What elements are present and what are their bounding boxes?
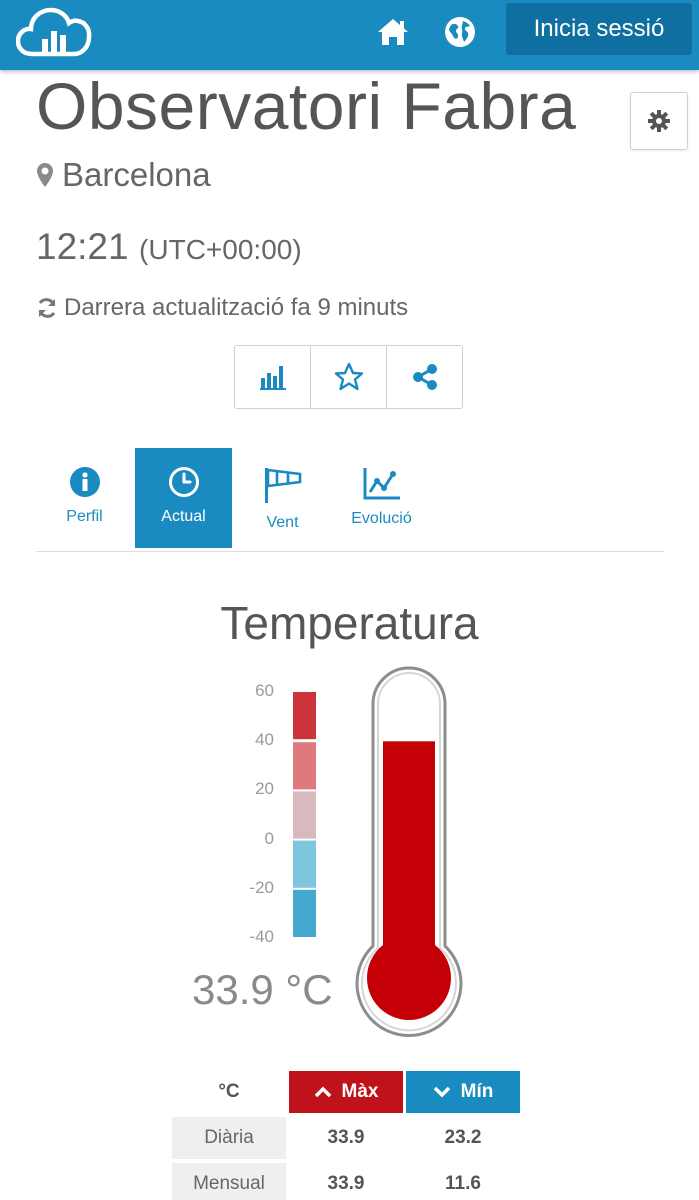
scale-tick-label: -20 <box>249 877 274 897</box>
scale-band <box>293 742 316 790</box>
chevron-up-icon <box>314 1086 331 1098</box>
top-navbar: Inicia sessió <box>0 0 699 70</box>
local-time: 12:21 (UTC+00:00) <box>36 226 302 268</box>
last-update-row: Darrera actualització fa 9 minuts <box>36 294 408 322</box>
thermometer-outline <box>355 666 463 1038</box>
last-update-text: Darrera actualització fa 9 minuts <box>64 294 409 321</box>
share-button[interactable] <box>386 345 463 409</box>
row-label-daily: Diària <box>172 1117 286 1159</box>
scale-band <box>293 840 316 888</box>
info-icon <box>69 467 100 497</box>
mercury-bulb <box>367 936 451 1020</box>
min-header: Mín <box>406 1071 520 1113</box>
tab-evolucio[interactable]: Evolució <box>333 448 430 548</box>
scale-band <box>293 692 316 740</box>
row-label-monthly: Mensual <box>172 1163 286 1200</box>
monthly-min-value: 11.6 <box>445 1173 481 1194</box>
line-chart-icon <box>363 468 400 500</box>
login-button[interactable]: Inicia sessió <box>506 3 692 55</box>
scale-tick-label: 60 <box>255 681 274 700</box>
max-header-label: Màx <box>341 1081 379 1102</box>
scale-tick-label: -40 <box>249 927 274 946</box>
monthly-max-value: 33.9 <box>327 1173 365 1194</box>
action-button-group <box>234 345 463 409</box>
view-tabs: Perfil Actual Vent Evolució <box>36 448 664 552</box>
refresh-icon <box>38 298 56 318</box>
tab-actual[interactable]: Actual <box>135 448 232 548</box>
gear-icon <box>648 110 670 132</box>
scale-tick-label: 0 <box>264 828 274 848</box>
globe-icon[interactable] <box>442 14 478 50</box>
favorite-button[interactable] <box>310 345 387 409</box>
tab-label: Evolució <box>351 510 412 527</box>
scale-band <box>293 889 316 937</box>
tab-label: Actual <box>161 508 206 525</box>
mercury-column <box>383 741 435 990</box>
scale-tick-label: 40 <box>255 730 274 750</box>
station-title: Observatori Fabra <box>36 69 577 143</box>
settings-button[interactable] <box>630 92 688 150</box>
share-icon <box>412 364 437 390</box>
windsock-icon <box>264 468 301 503</box>
cloud-logo-icon[interactable] <box>15 4 92 60</box>
tab-perfil[interactable]: Perfil <box>36 448 133 548</box>
location-row: Barcelona <box>36 156 211 194</box>
temperature-title: Temperatura <box>220 597 479 649</box>
chevron-down-icon <box>433 1086 450 1098</box>
unit-header: °C <box>218 1081 240 1102</box>
scale-band <box>293 791 316 839</box>
stats-button[interactable] <box>234 345 311 409</box>
bar-chart-icon <box>259 366 286 390</box>
tab-label: Perfil <box>66 508 103 525</box>
scale-tick-label: 20 <box>255 779 274 799</box>
daily-min-value: 23.2 <box>444 1127 482 1148</box>
max-header: Màx <box>289 1071 403 1113</box>
tab-label: Vent <box>266 514 299 531</box>
timezone-label: (UTC+00:00) <box>139 234 302 265</box>
daily-max-value: 33.9 <box>327 1127 365 1148</box>
time-value: 12:21 <box>36 226 129 267</box>
map-pin-icon <box>37 163 53 187</box>
home-icon[interactable] <box>375 14 411 50</box>
thermometer-inner-outline <box>361 672 457 1032</box>
temperature-value: 33.9 °C <box>192 966 333 1013</box>
location-name: Barcelona <box>62 156 211 193</box>
star-icon <box>334 362 363 391</box>
temperature-scale-bands <box>293 692 316 937</box>
min-header-label: Mín <box>460 1081 494 1102</box>
clock-icon <box>168 467 199 497</box>
tab-vent[interactable]: Vent <box>234 448 331 548</box>
